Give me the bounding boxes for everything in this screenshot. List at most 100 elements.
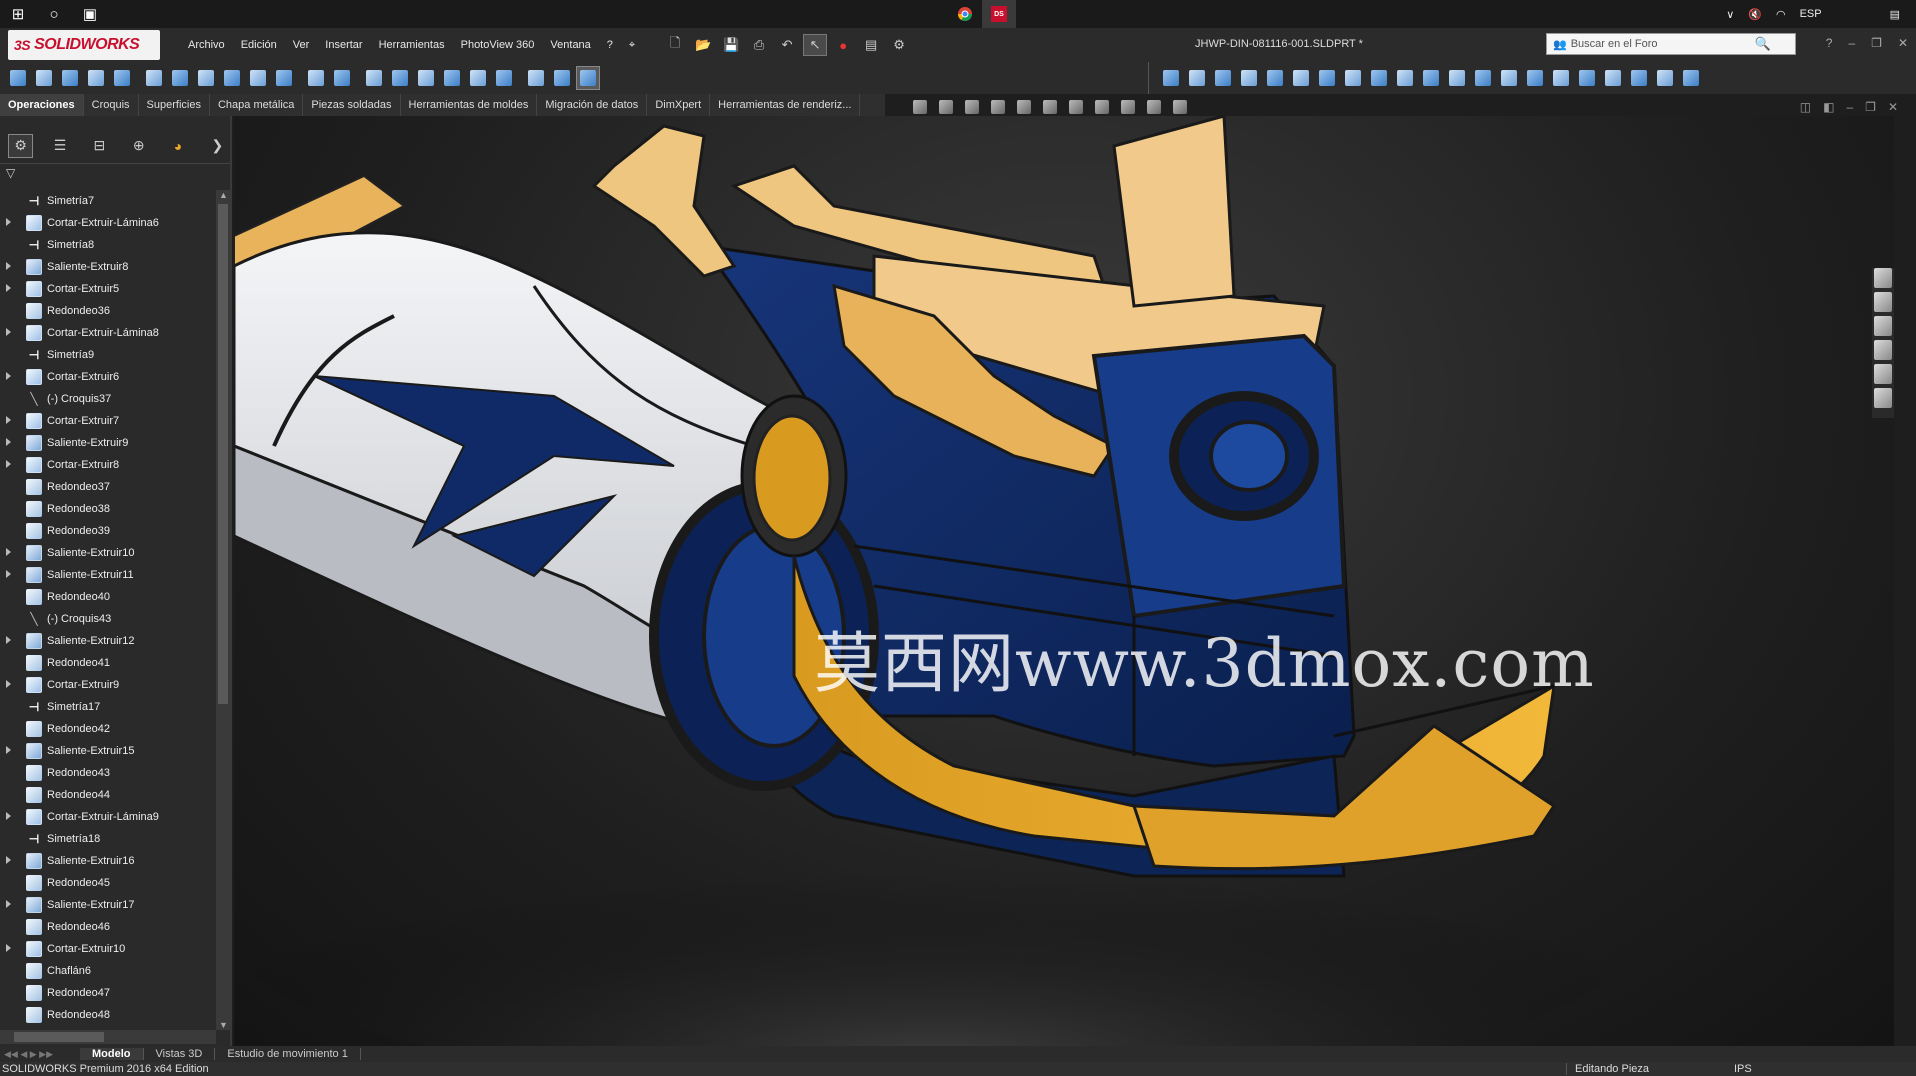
tree-node[interactable]: Saliente-Extruir10 bbox=[0, 542, 216, 564]
units-selector[interactable]: IPS bbox=[1734, 1063, 1752, 1075]
section-properties-icon[interactable] bbox=[1263, 66, 1287, 90]
close-icon[interactable]: ✕ bbox=[1898, 36, 1908, 50]
boundary-boss-icon[interactable] bbox=[110, 66, 134, 90]
scrollbar-thumb[interactable] bbox=[14, 1032, 104, 1042]
tree-node[interactable]: Cortar-Extruir7 bbox=[0, 410, 216, 432]
shell-icon[interactable] bbox=[414, 66, 438, 90]
tree-node[interactable]: ⊣ Simetría7 bbox=[0, 190, 216, 212]
split-view-icon[interactable]: ◫ bbox=[1800, 100, 1811, 114]
import-diagnostics-icon[interactable] bbox=[1601, 66, 1625, 90]
view-palette-icon[interactable] bbox=[1874, 340, 1892, 360]
display-manager-tab-icon[interactable]: ◕ bbox=[165, 134, 190, 158]
expand-arrow-icon[interactable] bbox=[6, 328, 11, 336]
expand-arrow-icon[interactable] bbox=[6, 460, 11, 468]
viewport-close-icon[interactable]: ✕ bbox=[1888, 100, 1898, 114]
print-icon[interactable]: ⎙ bbox=[747, 34, 771, 56]
file-properties-icon[interactable]: ▤ bbox=[859, 34, 883, 56]
help-icon[interactable]: ? bbox=[1826, 36, 1833, 50]
tree-node[interactable]: Cortar-Extruir-Lámina6 bbox=[0, 212, 216, 234]
file-explorer-icon[interactable] bbox=[1874, 316, 1892, 336]
expand-arrow-icon[interactable] bbox=[6, 548, 11, 556]
tree-node[interactable]: Redondeo39 bbox=[0, 520, 216, 542]
tree-node[interactable]: Chaflán6 bbox=[0, 960, 216, 982]
expand-arrow-icon[interactable] bbox=[6, 570, 11, 578]
hole-wizard-icon[interactable] bbox=[168, 66, 192, 90]
expand-arrow-icon[interactable] bbox=[6, 218, 11, 226]
equations-icon[interactable] bbox=[1341, 66, 1365, 90]
boundary-cut-icon[interactable] bbox=[272, 66, 296, 90]
custom-properties-icon[interactable] bbox=[1874, 388, 1892, 408]
dynamic-annotation-icon[interactable] bbox=[1014, 98, 1034, 116]
measure-icon[interactable] bbox=[1185, 66, 1209, 90]
tab-estudio-movimiento[interactable]: Estudio de movimiento 1 bbox=[215, 1048, 361, 1060]
costing-icon[interactable] bbox=[1653, 66, 1677, 90]
zoom-to-fit-icon[interactable] bbox=[910, 98, 930, 116]
tree-node[interactable]: Redondeo43 bbox=[0, 762, 216, 784]
expand-arrow-icon[interactable] bbox=[6, 856, 11, 864]
expand-arrow-icon[interactable] bbox=[6, 680, 11, 688]
expand-arrow-icon[interactable] bbox=[6, 812, 11, 820]
tree-node[interactable]: ╲ (-) Croquis43 bbox=[0, 608, 216, 630]
extruded-cut-icon[interactable] bbox=[142, 66, 166, 90]
mirror-icon[interactable] bbox=[492, 66, 516, 90]
lofted-boss-icon[interactable] bbox=[84, 66, 108, 90]
tree-horizontal-scrollbar[interactable] bbox=[0, 1030, 216, 1044]
tree-node[interactable]: Cortar-Extruir9 bbox=[0, 674, 216, 696]
zoom-to-area-icon[interactable] bbox=[936, 98, 956, 116]
tree-node[interactable]: ⊣ Simetría9 bbox=[0, 344, 216, 366]
menu-ver[interactable]: Ver bbox=[285, 39, 318, 52]
undercut-analysis-icon[interactable] bbox=[1497, 66, 1521, 90]
menu-edicion[interactable]: Edición bbox=[233, 39, 285, 52]
save-icon[interactable]: 💾 bbox=[719, 34, 743, 56]
markup-icon[interactable] bbox=[1211, 66, 1235, 90]
draft-icon[interactable] bbox=[388, 66, 412, 90]
expand-arrow-icon[interactable] bbox=[6, 262, 11, 270]
tree-node[interactable]: Cortar-Extruir5 bbox=[0, 278, 216, 300]
expand-arrow-icon[interactable] bbox=[6, 636, 11, 644]
volume-muted-icon[interactable]: 🔇 bbox=[1748, 8, 1762, 21]
tab-piezas-soldadas[interactable]: Piezas soldadas bbox=[303, 94, 401, 116]
expand-arrow-icon[interactable] bbox=[6, 944, 11, 952]
tree-node[interactable]: Saliente-Extruir15 bbox=[0, 740, 216, 762]
scroll-down-icon[interactable]: ▼ bbox=[219, 1020, 228, 1030]
notifications-icon[interactable]: ▤ bbox=[1890, 8, 1900, 21]
tree-node[interactable]: Redondeo38 bbox=[0, 498, 216, 520]
dimxpert-manager-tab-icon[interactable]: ⊕ bbox=[126, 134, 151, 158]
check-icon[interactable] bbox=[1159, 66, 1183, 90]
chrome-taskbar-icon[interactable] bbox=[948, 0, 982, 28]
revolved-boss-icon[interactable] bbox=[32, 66, 56, 90]
fillet-icon[interactable] bbox=[304, 66, 328, 90]
forum-search-input[interactable]: 👥 Buscar en el Foro 🔍 bbox=[1546, 33, 1796, 55]
expand-arrow-icon[interactable] bbox=[6, 284, 11, 292]
apply-scene-icon[interactable] bbox=[1144, 98, 1164, 116]
tree-node[interactable]: Redondeo37 bbox=[0, 476, 216, 498]
expand-arrow-icon[interactable] bbox=[6, 416, 11, 424]
rib-icon[interactable] bbox=[362, 66, 386, 90]
menu-help[interactable]: ? bbox=[599, 39, 621, 52]
revolved-cut-icon[interactable] bbox=[194, 66, 218, 90]
thickness-analysis-icon[interactable] bbox=[1445, 66, 1469, 90]
tree-node[interactable]: Redondeo40 bbox=[0, 586, 216, 608]
windows-start-icon[interactable]: ⊞ bbox=[0, 0, 36, 28]
configuration-manager-tab-icon[interactable]: ⊟ bbox=[87, 134, 112, 158]
swept-cut-icon[interactable] bbox=[220, 66, 244, 90]
pin-icon[interactable]: ⌖ bbox=[621, 39, 643, 52]
tab-migracion-datos[interactable]: Migración de datos bbox=[537, 94, 648, 116]
tab-croquis[interactable]: Croquis bbox=[84, 94, 139, 116]
traffic-light-icon[interactable]: ● bbox=[831, 34, 855, 56]
design-study-icon[interactable] bbox=[1679, 66, 1703, 90]
viewport-restore-icon[interactable]: ❐ bbox=[1865, 100, 1876, 114]
tab-dimxpert[interactable]: DimXpert bbox=[647, 94, 711, 116]
wrap-icon[interactable] bbox=[440, 66, 464, 90]
reference-geometry-icon[interactable] bbox=[524, 66, 548, 90]
expand-arrow-icon[interactable] bbox=[6, 372, 11, 380]
wifi-icon[interactable]: ◠ bbox=[1776, 8, 1786, 21]
solidworks-logo[interactable]: 3S SOLIDWORKS bbox=[8, 30, 160, 60]
options-gear-icon[interactable]: ⚙ bbox=[887, 34, 911, 56]
sensor-icon[interactable] bbox=[1289, 66, 1313, 90]
viewport-minimize-icon[interactable]: ‒ bbox=[1846, 100, 1853, 114]
open-folder-icon[interactable]: 📂 bbox=[691, 34, 715, 56]
cortana-search-icon[interactable]: ○ bbox=[36, 0, 72, 28]
tab-superficies[interactable]: Superficies bbox=[139, 94, 210, 116]
statistics-icon[interactable] bbox=[1315, 66, 1339, 90]
